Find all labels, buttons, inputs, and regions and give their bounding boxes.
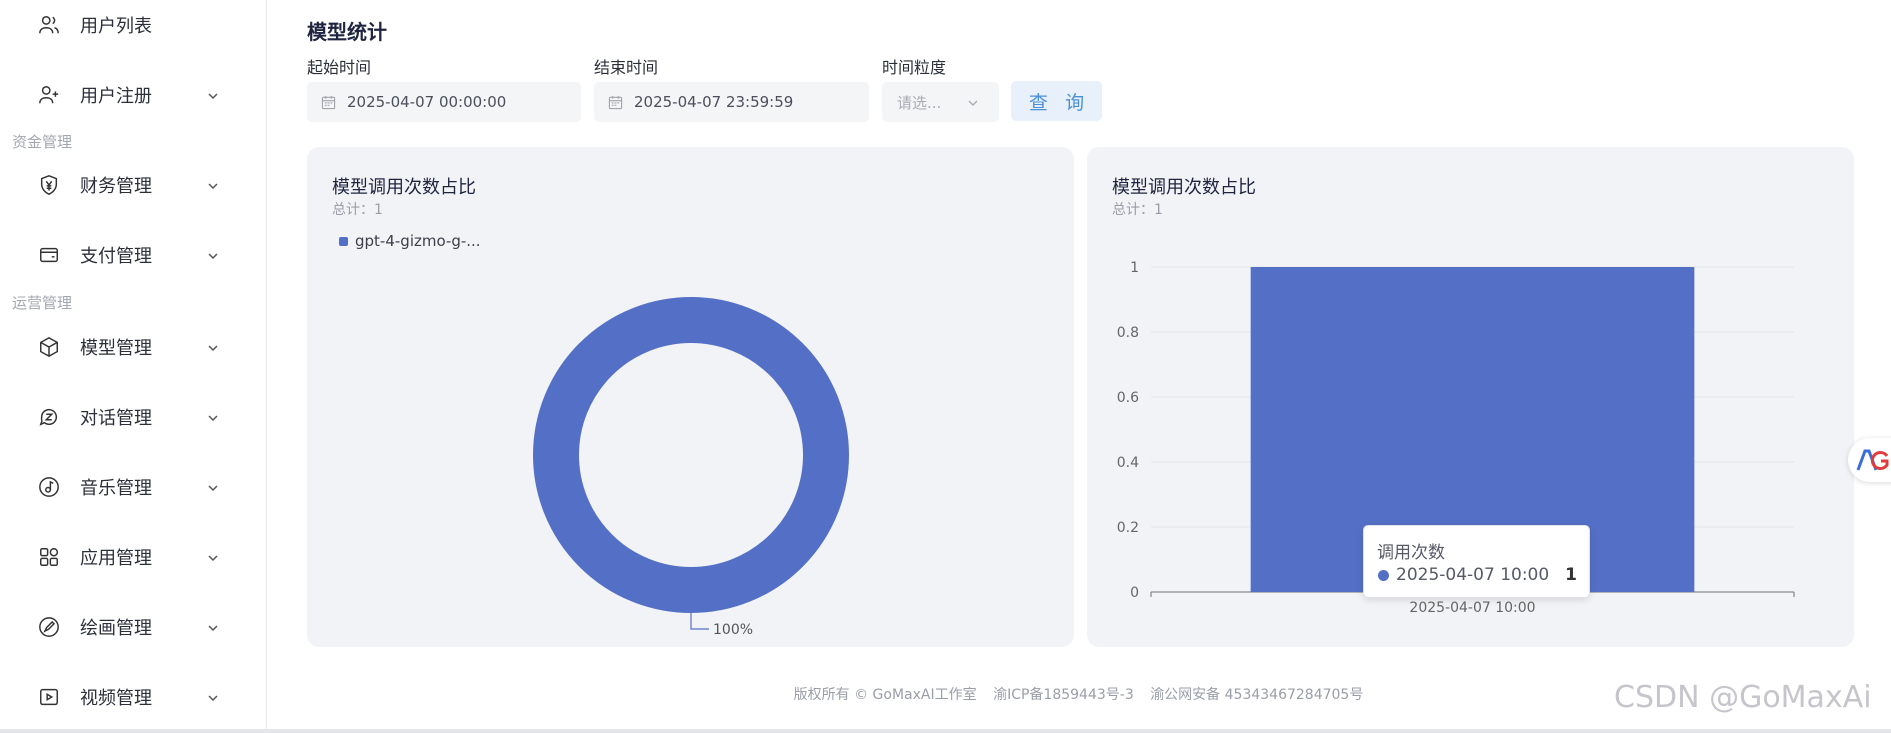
sidebar-item-label: 财务管理	[80, 176, 152, 197]
granularity-select[interactable]: 请选...	[882, 82, 999, 122]
sidebar: 用户列表 用户注册 资金管理 财务管理 支付管理 运营管理 模型管理 对话管理 …	[0, 0, 267, 733]
wallet-icon	[38, 244, 60, 266]
page-title: 模型统计	[307, 20, 387, 44]
sidebar-item-label: 视频管理	[80, 688, 152, 709]
chevron-down-icon	[206, 88, 220, 102]
sidebar-item-finance[interactable]: 财务管理	[0, 161, 266, 209]
tooltip-marker	[1378, 570, 1389, 581]
start-time-input[interactable]: 2025-04-07 00:00:00	[307, 82, 581, 122]
footer-icp-link[interactable]: 渝ICP备1859443号-3	[993, 687, 1134, 703]
ag-logo-icon	[1856, 449, 1889, 471]
sidebar-item-label: 用户注册	[80, 86, 152, 107]
chevron-down-icon	[206, 620, 220, 634]
calendar-icon	[608, 95, 623, 110]
start-time-label: 起始时间	[307, 58, 372, 77]
donut-chart: 100%	[533, 297, 849, 638]
y-tick-label: 0.4	[1117, 455, 1139, 471]
sidebar-item-label: 对话管理	[80, 408, 152, 429]
pie-chart-card: 模型调用次数占比 总计：1 gpt-4-gizmo-g-... 100%	[307, 147, 1074, 647]
sidebar-item-apps[interactable]: 应用管理	[0, 533, 266, 581]
sidebar-item-label: 支付管理	[80, 246, 152, 267]
sidebar-item-paint[interactable]: 绘画管理	[0, 603, 266, 651]
footer-police-link[interactable]: 渝公网安备 45343467284705号	[1150, 687, 1363, 703]
dialog-icon	[38, 406, 60, 428]
granularity-label: 时间粒度	[882, 58, 947, 77]
apps-icon	[38, 546, 60, 568]
chart-tooltip: 调用次数 2025-04-07 10:00 1	[1363, 525, 1590, 598]
yen-shield-icon	[38, 174, 60, 196]
tooltip-value: 1	[1565, 565, 1577, 585]
chevron-down-icon	[206, 178, 220, 192]
sidebar-item-dialog[interactable]: 对话管理	[0, 393, 266, 441]
sidebar-item-label: 用户列表	[80, 16, 152, 37]
start-time-value: 2025-04-07 00:00:00	[347, 93, 507, 111]
pie-slice[interactable]	[533, 297, 849, 613]
sidebar-item-video[interactable]: 视频管理	[0, 673, 266, 721]
chevron-down-icon	[206, 340, 220, 354]
cube-icon	[38, 336, 60, 358]
bottom-bar	[0, 729, 1891, 733]
sidebar-item-label: 音乐管理	[80, 478, 152, 499]
sidebar-item-user-register[interactable]: 用户注册	[0, 71, 266, 119]
sidebar-item-label: 绘画管理	[80, 618, 152, 639]
pie-label-line	[690, 613, 709, 630]
floating-ag-logo[interactable]	[1848, 438, 1891, 482]
y-tick-label: 0.6	[1117, 390, 1139, 406]
end-time-value: 2025-04-07 23:59:59	[634, 93, 794, 111]
x-tick-label: 2025-04-07 10:00	[1409, 600, 1535, 616]
paint-icon	[38, 616, 60, 638]
chevron-down-icon	[206, 410, 220, 424]
watermark: CSDN @GoMaxAi	[1614, 680, 1872, 715]
chevron-down-icon	[206, 690, 220, 704]
video-icon	[38, 686, 60, 708]
group-label-finance: 资金管理	[12, 133, 73, 151]
y-tick-label: 0	[1130, 585, 1139, 601]
granularity-placeholder: 请选...	[897, 93, 942, 112]
chevron-down-icon	[206, 480, 220, 494]
user-add-icon	[38, 84, 60, 106]
tooltip-title: 调用次数	[1377, 543, 1445, 563]
group-label-operations: 运营管理	[12, 294, 73, 312]
music-icon	[38, 476, 60, 498]
footer-copyright: 版权所有 © GoMaxAI工作室	[793, 687, 977, 703]
end-time-input[interactable]: 2025-04-07 23:59:59	[594, 82, 869, 122]
tooltip-name: 2025-04-07 10:00	[1396, 565, 1550, 585]
sidebar-item-label: 模型管理	[80, 338, 152, 359]
y-tick-label: 0.8	[1117, 325, 1139, 341]
sidebar-item-label: 应用管理	[80, 548, 152, 569]
y-tick-label: 1	[1130, 260, 1139, 276]
chevron-down-icon	[206, 248, 220, 262]
end-time-label: 结束时间	[594, 58, 659, 77]
pie-slice-label: 100%	[713, 622, 753, 638]
users-icon	[38, 14, 60, 36]
calendar-icon	[321, 95, 336, 110]
query-button[interactable]: 查 询	[1011, 81, 1102, 121]
sidebar-item-user-list[interactable]: 用户列表	[0, 1, 266, 49]
y-tick-label: 0.2	[1117, 520, 1139, 536]
sidebar-item-payment[interactable]: 支付管理	[0, 231, 266, 279]
chevron-down-icon	[966, 95, 980, 109]
sidebar-item-model[interactable]: 模型管理	[0, 323, 266, 371]
sidebar-item-music[interactable]: 音乐管理	[0, 463, 266, 511]
chevron-down-icon	[206, 550, 220, 564]
